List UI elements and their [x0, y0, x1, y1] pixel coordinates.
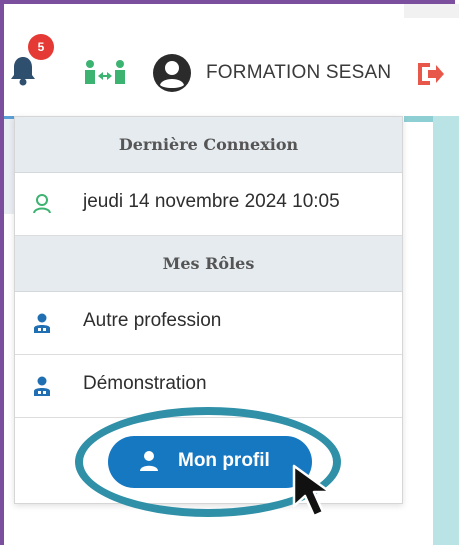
logout-icon[interactable]: [414, 60, 444, 88]
last-login-value: jeudi 14 novembre 2024 10:05: [83, 191, 340, 212]
bell-icon[interactable]: [8, 54, 38, 86]
top-navbar: [4, 4, 459, 116]
user-outline-icon: [33, 194, 51, 214]
role-item-demonstration[interactable]: Démonstration: [15, 355, 402, 418]
teal-panel: [433, 116, 459, 545]
user-circle-icon[interactable]: [152, 53, 192, 93]
roles-header: Mes Rôles: [15, 236, 402, 292]
mouse-cursor-icon: [292, 464, 332, 518]
last-login-row: jeudi 14 novembre 2024 10:05: [15, 173, 402, 236]
role-item-autre-profession[interactable]: Autre profession: [15, 292, 402, 355]
page-background-right: [404, 116, 459, 545]
user-role-icon: [34, 313, 50, 333]
user-icon: [140, 451, 158, 471]
my-profile-button[interactable]: Mon profil: [108, 436, 312, 488]
last-login-header: Dernière Connexion: [15, 117, 402, 173]
notification-badge: 5: [28, 34, 54, 60]
my-profile-label: Mon profil: [178, 450, 270, 471]
accent-line: [404, 116, 433, 122]
switch-users-icon[interactable]: [82, 58, 128, 88]
user-role-icon: [34, 376, 50, 396]
role-label: Démonstration: [83, 373, 207, 394]
navbar-strip: [404, 4, 459, 18]
username-label[interactable]: FORMATION SESAN: [206, 62, 391, 84]
role-label: Autre profession: [83, 310, 222, 331]
